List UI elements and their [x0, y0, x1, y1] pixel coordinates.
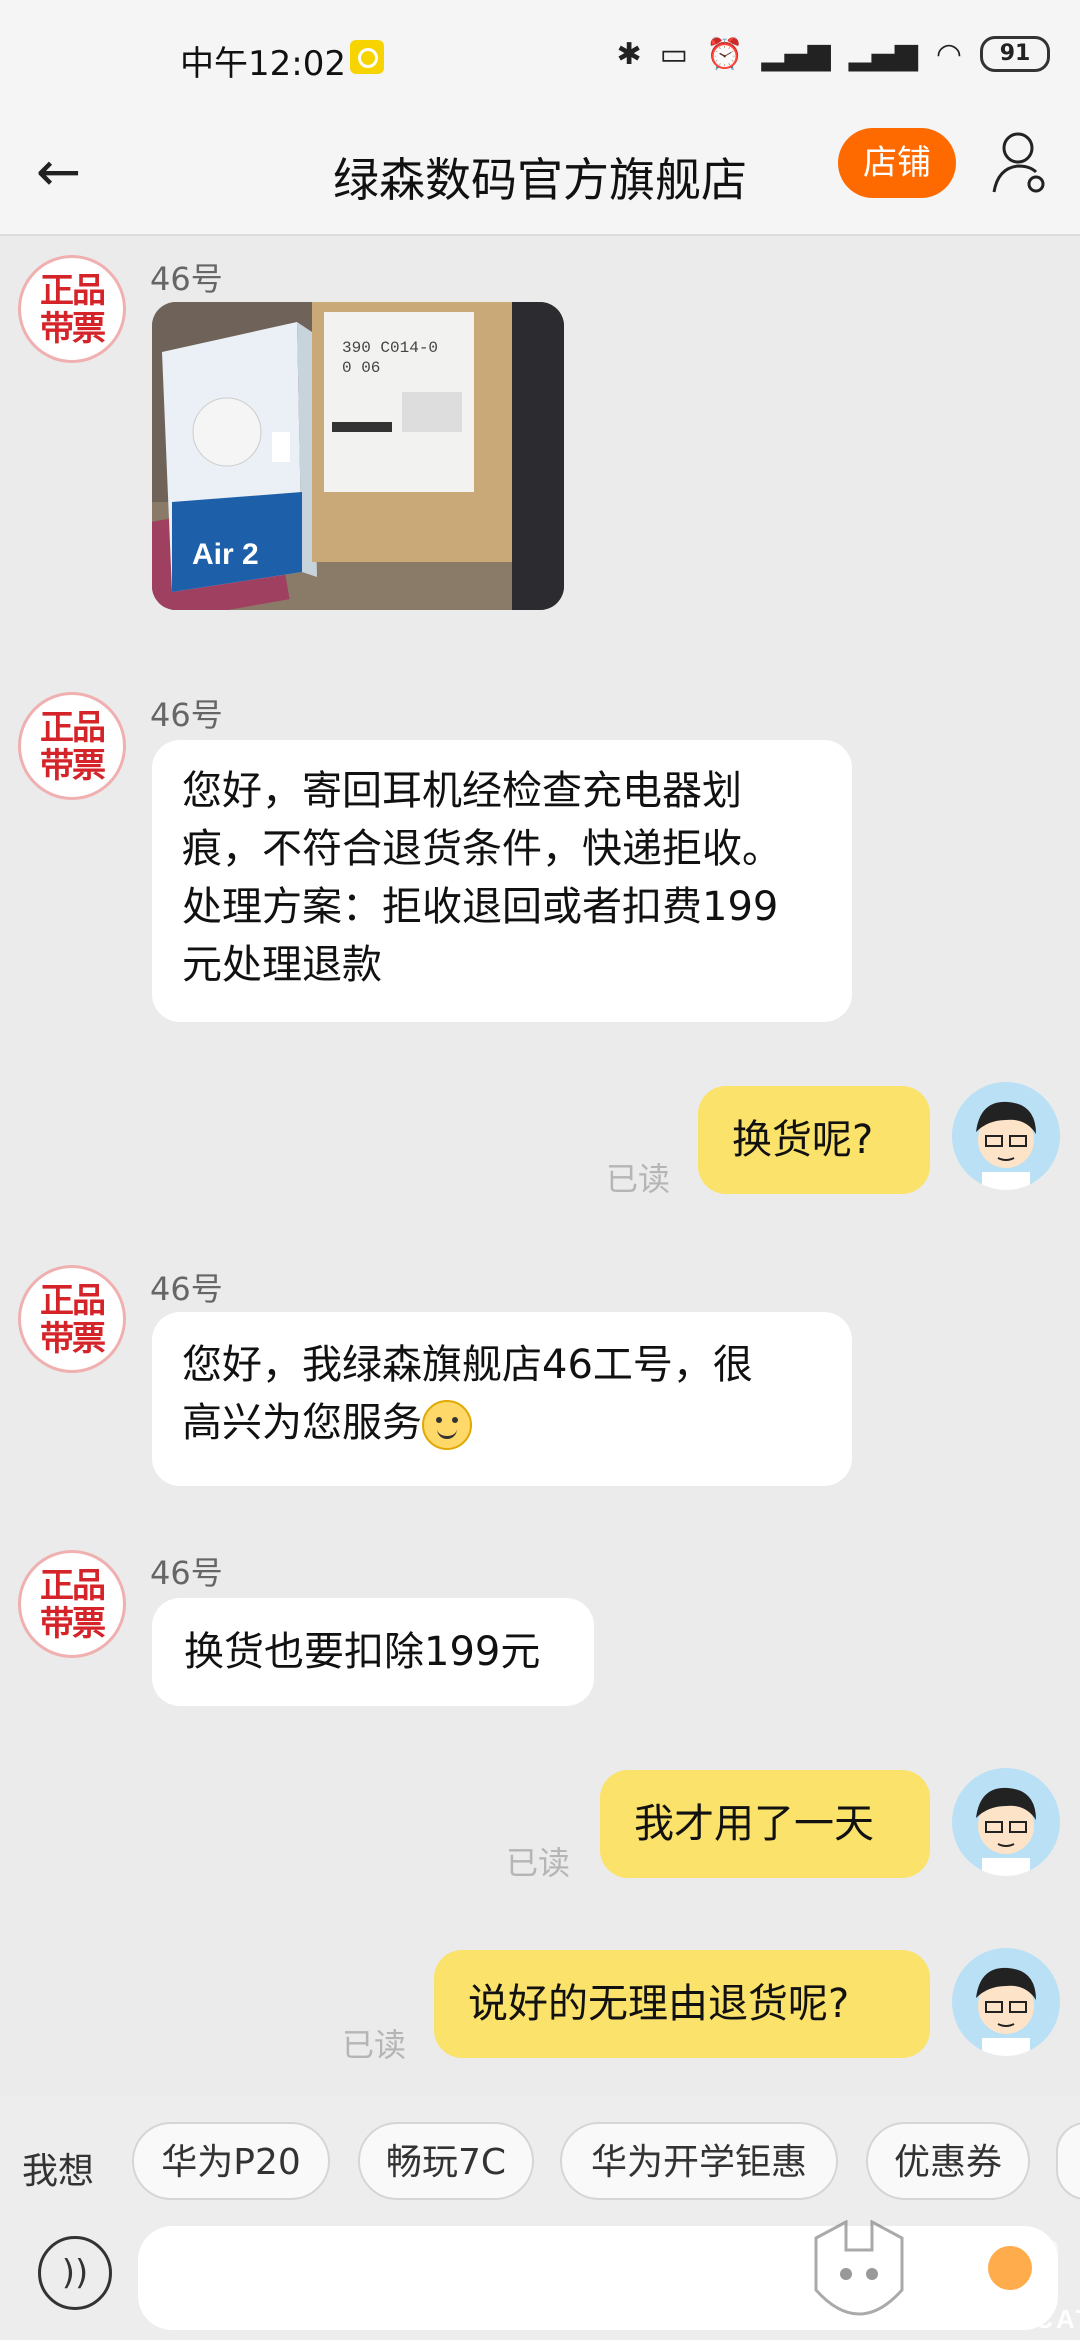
message-line: 元处理退款: [182, 942, 382, 988]
status-icons: ✱ ▭ ⏰ ▂▄▆ ▂▄▆ ◠ 91: [617, 36, 1050, 72]
signal-icon: ▂▄▆: [848, 36, 918, 72]
seller-avatar[interactable]: 正品 带票: [18, 692, 126, 800]
photo-box-label: Air 2: [192, 538, 259, 571]
chat-header: ← 绿森数码官方旗舰店 店铺: [0, 118, 1080, 236]
read-receipt: 已读: [342, 2026, 407, 2064]
message-line: 高兴为您服务: [182, 1394, 822, 1452]
seller-avatar[interactable]: 正品 带票: [18, 1265, 126, 1373]
own-message-bubble[interactable]: 我才用了一天: [600, 1770, 930, 1878]
quick-suggestions-bar: 我想 华为P20 畅玩7C 华为开学钜惠 优惠券: [0, 2096, 1080, 2226]
signal-hd-icon: ▂▄▆: [761, 36, 831, 72]
message-line: 处理方案：拒收退回或者扣费199: [182, 884, 779, 930]
own-message-bubble[interactable]: 换货呢?: [698, 1086, 930, 1194]
sender-name: 46号: [150, 1270, 223, 1308]
wifi-icon: ◠: [935, 36, 962, 72]
status-bar: 中午12:02 ✱ ▭ ⏰ ▂▄▆ ▂▄▆ ◠ 91: [0, 0, 1080, 118]
message-line: 您好，我绿森旗舰店46工号，很: [182, 1342, 753, 1388]
sender-name: 46号: [150, 696, 223, 734]
user-avatar[interactable]: [952, 1768, 1060, 1876]
suggestion-chip[interactable]: 优惠券: [866, 2122, 1030, 2200]
sender-name: 46号: [150, 260, 223, 298]
product-photo[interactable]: Air 2 390 C014-0 0 06: [152, 302, 564, 610]
message-bubble[interactable]: 换货也要扣除199元: [152, 1598, 594, 1706]
read-receipt: 已读: [606, 1160, 671, 1198]
suggestion-chip[interactable]: 华为开学钜惠: [560, 2122, 838, 2200]
user-avatar[interactable]: [952, 1948, 1060, 2056]
message-line: 痕，不符合退货条件，快递拒收。: [182, 826, 782, 872]
seller-avatar[interactable]: 正品 带票: [18, 1550, 126, 1658]
message-bubble[interactable]: 您好，寄回耳机经检查充电器划 痕，不符合退货条件，快递拒收。 处理方案：拒收退回…: [152, 740, 852, 1022]
sender-name: 46号: [150, 1554, 223, 1592]
notification-app-icon: [350, 40, 384, 74]
svg-text:0 06: 0 06: [342, 359, 380, 377]
seller-avatar[interactable]: 正品 带票: [18, 255, 126, 363]
suggestion-chip[interactable]: 华为P20: [132, 2122, 330, 2200]
message-bubble[interactable]: 您好，我绿森旗舰店46工号，很 高兴为您服务: [152, 1312, 852, 1486]
read-receipt: 已读: [506, 1844, 571, 1882]
suggestion-chip[interactable]: 畅玩7C: [358, 2122, 534, 2200]
black-cat-watermark-logo: BLACK CAT: [814, 2220, 1080, 2334]
svg-text:BLACK CAT: BLACK CAT: [918, 2304, 1080, 2334]
battery-icon: 91: [980, 36, 1050, 72]
smile-emoji-icon: [422, 1400, 472, 1450]
status-time: 中午12:02: [180, 44, 346, 84]
user-avatar[interactable]: [952, 1082, 1060, 1190]
voice-input-icon[interactable]: )): [38, 2236, 112, 2310]
shop-button[interactable]: 店铺: [838, 128, 956, 198]
own-message-bubble[interactable]: 说好的无理由退货呢?: [434, 1950, 930, 2058]
message-line: 您好，寄回耳机经检查充电器划: [182, 768, 742, 814]
suggestion-chip-partial[interactable]: [1056, 2122, 1080, 2200]
suggestions-label: 我想: [22, 2151, 95, 2192]
vibrate-icon: ▭: [659, 36, 689, 72]
back-arrow-icon[interactable]: ←: [36, 140, 81, 203]
bluetooth-icon: ✱: [616, 36, 642, 72]
svg-text:390 C014-0: 390 C014-0: [342, 339, 438, 357]
user-settings-icon[interactable]: [990, 128, 1050, 198]
alarm-icon: ⏰: [706, 36, 744, 72]
